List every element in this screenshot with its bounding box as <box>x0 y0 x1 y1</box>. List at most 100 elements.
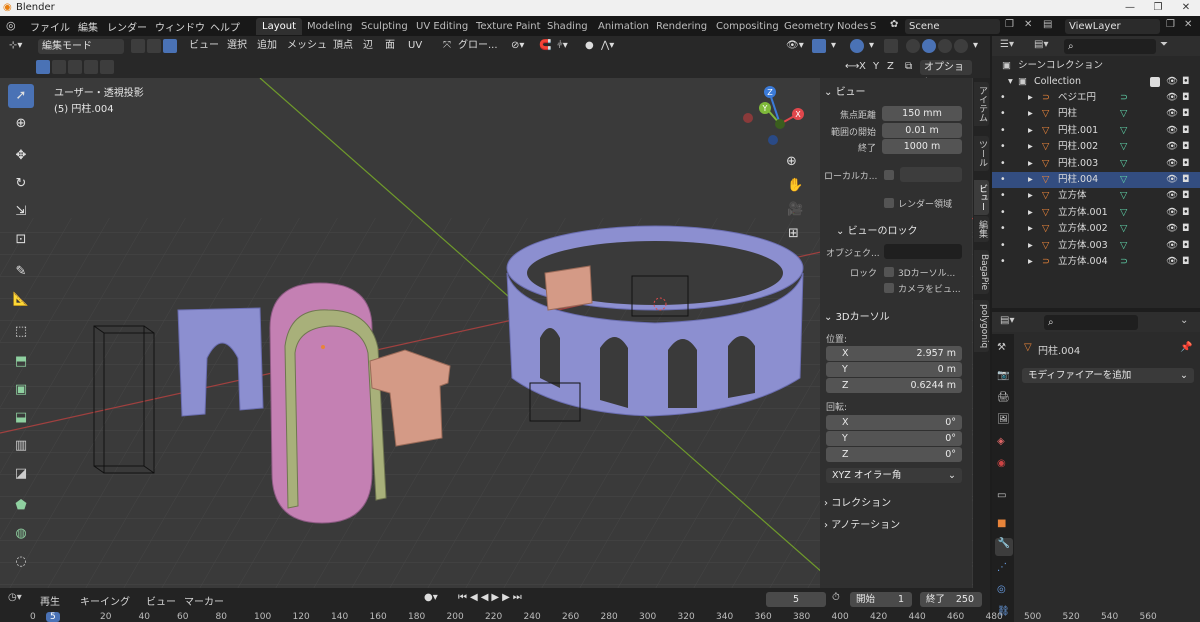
chevron-right-icon[interactable]: ▸ <box>1028 205 1033 221</box>
camera-icon[interactable]: ◘ <box>1182 238 1190 254</box>
solid-shading-icon[interactable] <box>922 39 936 53</box>
local-camera-checkbox[interactable] <box>884 170 894 180</box>
output-props-icon[interactable]: 🖨 <box>997 392 1010 403</box>
current-frame-indicator[interactable]: 5 <box>46 612 60 622</box>
chevron-right-icon[interactable]: ▸ <box>1028 188 1033 204</box>
outliner-item[interactable]: • ▸ ▽ 円柱.002 ▽ 👁 ◘ <box>992 139 1200 155</box>
tab-polygoniq[interactable]: polygoniq <box>974 300 989 353</box>
menu-face[interactable]: 面 <box>382 39 398 53</box>
playback-controls[interactable]: ⏮◀◀▶▶⏭ <box>458 592 525 603</box>
edit-mode-dot-icon[interactable]: • <box>1000 172 1006 188</box>
cursor-y-field[interactable]: Y0 m <box>826 362 962 377</box>
chevron-right-icon[interactable]: ▸ <box>1028 156 1033 172</box>
edit-mode-dot-icon[interactable]: • <box>1000 188 1006 204</box>
gizmo-dropdown-icon[interactable]: ▾ <box>828 39 839 53</box>
properties-search-input[interactable]: ⌕ <box>1044 315 1138 330</box>
ortho-grid-icon[interactable]: ⊞ <box>788 226 799 241</box>
spin-tool-icon[interactable]: ◍ <box>8 522 34 546</box>
gizmo-icon[interactable] <box>812 39 826 53</box>
tab-scripting[interactable]: S <box>864 18 882 35</box>
render-region-checkbox[interactable] <box>884 198 894 208</box>
tab-texture-paint[interactable]: Texture Paint <box>470 18 547 35</box>
eye-icon[interactable]: 👁 <box>1166 254 1178 270</box>
eye-icon[interactable]: 👁 <box>1166 106 1178 122</box>
outliner-item[interactable]: • ▸ ▽ 円柱 ▽ 👁 ◘ <box>992 106 1200 122</box>
inset-tool-icon[interactable]: ▣ <box>8 378 34 402</box>
tab-modeling[interactable]: Modeling <box>301 18 359 35</box>
camera-icon[interactable]: ◘ <box>1182 90 1190 106</box>
menu-playback[interactable]: 再生 <box>40 593 60 608</box>
delete-viewlayer-icon[interactable]: ✕ <box>1184 19 1192 30</box>
annotation-section-header[interactable]: › アノテーション <box>824 516 900 531</box>
eye-icon[interactable]: 👁 <box>1166 172 1178 188</box>
outliner-item[interactable]: • ▸ ▽ 立方体.001 ▽ 👁 ◘ <box>992 205 1200 221</box>
eye-icon[interactable]: 👁 <box>1166 139 1178 155</box>
edit-mode-dot-icon[interactable]: • <box>1000 106 1006 122</box>
tab-layout[interactable]: Layout <box>256 18 302 35</box>
outliner-item[interactable]: • ▸ ▽ 立方体.003 ▽ 👁 ◘ <box>992 238 1200 254</box>
tab-view[interactable]: ビュー <box>974 180 989 215</box>
pan-hand-icon[interactable]: ✋ <box>787 178 803 193</box>
viewlayer-field[interactable]: ViewLayer <box>1065 19 1160 34</box>
measure-tool-icon[interactable]: 📐 <box>8 288 34 312</box>
snap-target-icon[interactable]: ⫩▾ <box>554 39 571 53</box>
menu-vertex[interactable]: 頂点 <box>330 39 356 53</box>
view-section-header[interactable]: ⌄ ビュー <box>824 83 866 98</box>
maximize-icon[interactable]: ❐ <box>1144 0 1172 16</box>
outliner-item[interactable]: • ▸ ⊃ ベジエ円 ⊃ 👁 ◘ <box>992 90 1200 106</box>
edit-mode-dot-icon[interactable]: • <box>1000 205 1006 221</box>
chevron-right-icon[interactable]: ▸ <box>1028 172 1033 188</box>
scale-tool-icon[interactable]: ⇲ <box>8 200 34 224</box>
camera-icon[interactable]: ◘ <box>1182 254 1190 270</box>
object-data-icon[interactable]: ▽ <box>1120 238 1127 254</box>
mode-dropdown[interactable]: 編集モード <box>38 39 124 54</box>
tab-item[interactable]: アイテム <box>974 82 989 126</box>
tab-shading[interactable]: Shading <box>541 18 594 35</box>
filter-icon[interactable]: ⏷ <box>1160 39 1168 50</box>
zoom-icon[interactable]: ⊕ <box>786 154 797 169</box>
falloff-icon[interactable]: ⋀▾ <box>598 39 617 53</box>
tab-sculpting[interactable]: Sculpting <box>355 18 414 35</box>
chevron-right-icon[interactable]: ▸ <box>1028 238 1033 254</box>
xray-icon[interactable] <box>884 39 898 53</box>
tab-bagapie[interactable]: BagaPie <box>974 250 989 295</box>
menu-help[interactable]: ヘルプ <box>210 19 240 34</box>
lock-object-field[interactable] <box>884 244 962 259</box>
object-data-icon[interactable]: ▽ <box>1120 106 1127 122</box>
edit-mode-dot-icon[interactable]: • <box>1000 123 1006 139</box>
physics-props-icon[interactable]: ◎ <box>997 584 1006 595</box>
shading-dropdown-icon[interactable]: ▾ <box>970 39 981 53</box>
edit-mode-dot-icon[interactable]: • <box>1000 238 1006 254</box>
annotate-tool-icon[interactable]: ✎ <box>8 260 34 284</box>
object-data-icon[interactable]: ▽ <box>1120 172 1127 188</box>
mirror-x-toggle[interactable]: X <box>856 60 869 74</box>
eye-icon[interactable]: 👁 <box>1166 205 1178 221</box>
object-data-icon[interactable]: ▽ <box>1120 156 1127 172</box>
render-props-icon[interactable]: 📷 <box>997 370 1009 381</box>
select-extend-icon[interactable] <box>52 60 66 74</box>
menu-marker[interactable]: マーカー <box>184 593 224 608</box>
cursor-section-header[interactable]: ⌄ 3Dカーソル <box>824 308 890 323</box>
menu-render[interactable]: レンダー <box>107 19 147 34</box>
overlay-icon[interactable] <box>850 39 864 53</box>
camera-view-icon[interactable]: 🎥 <box>787 202 803 217</box>
camera-icon[interactable]: ◘ <box>1182 139 1190 155</box>
edit-mode-dot-icon[interactable]: • <box>1000 156 1006 172</box>
edit-mode-dot-icon[interactable]: • <box>1000 139 1006 155</box>
clip-start-field[interactable]: 0.01 m <box>882 123 962 138</box>
chevron-right-icon[interactable]: ▸ <box>1028 221 1033 237</box>
tab-tool[interactable]: ツール <box>974 136 989 171</box>
blender-menu-icon[interactable]: ◎ <box>6 19 16 32</box>
menu-select[interactable]: 選択 <box>224 39 250 53</box>
properties-options-icon[interactable]: ⌄ <box>1180 315 1188 326</box>
pivot-icon[interactable]: ⊘▾ <box>508 39 527 53</box>
properties-editor-icon[interactable]: ▤▾ <box>1000 315 1014 326</box>
object-data-icon[interactable]: ▽ <box>1120 221 1127 237</box>
tab-uv-editing[interactable]: UV Editing <box>410 18 474 35</box>
eye-icon[interactable]: 👁 <box>1166 74 1178 90</box>
tool-props-icon[interactable]: ⚒ <box>997 342 1006 353</box>
menu-file[interactable]: ファイル <box>30 19 70 34</box>
menu-window[interactable]: ウィンドウ <box>155 19 205 34</box>
chevron-right-icon[interactable]: ▸ <box>1028 123 1033 139</box>
tab-rendering[interactable]: Rendering <box>650 18 713 35</box>
